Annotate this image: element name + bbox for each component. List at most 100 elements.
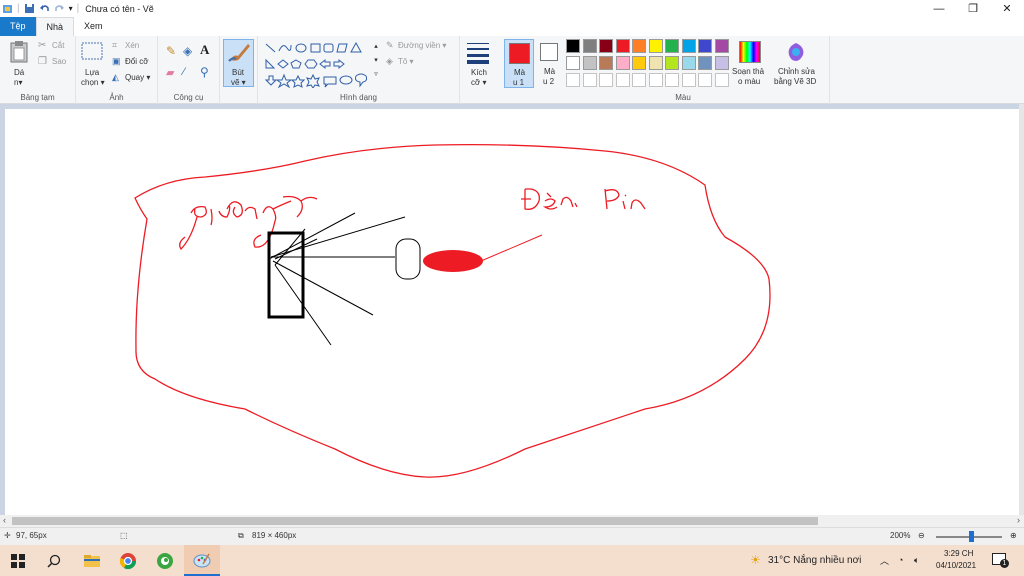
color2-button[interactable]: Mà u 2 xyxy=(536,39,564,88)
selection-icon xyxy=(81,42,103,60)
cut-button[interactable]: ✂ Cắt xyxy=(38,40,72,53)
copy-button[interactable]: ❐ Sao xyxy=(38,56,72,69)
color-swatch[interactable] xyxy=(566,56,580,70)
eraser-icon[interactable]: ▰ xyxy=(166,66,174,79)
color-swatch[interactable] xyxy=(714,39,729,53)
zoom-out-icon[interactable]: ⊖ xyxy=(918,531,925,540)
search-button[interactable] xyxy=(36,545,72,576)
handwriting-giuong xyxy=(179,195,318,251)
fill-button[interactable]: ◈ Tô ▾ xyxy=(386,56,458,69)
canvas-area xyxy=(0,104,1024,515)
outline-button[interactable]: ✎ Đường viền ▾ xyxy=(386,40,458,53)
fill-icon[interactable]: ◈ xyxy=(183,44,192,58)
custom-color-swatch[interactable] xyxy=(582,73,597,87)
chrome-icon xyxy=(119,552,137,569)
save-icon[interactable] xyxy=(24,3,35,14)
brushes-button[interactable]: Bút vẽ ▾ xyxy=(223,39,254,87)
crop-button[interactable]: ⌗ Xén xyxy=(112,40,156,53)
weather-text[interactable]: 31°C Nắng nhiều nơi xyxy=(768,555,861,566)
magnifier-icon[interactable]: ⚲ xyxy=(200,65,209,79)
chrome-button[interactable] xyxy=(110,545,146,576)
color-swatch[interactable] xyxy=(665,39,679,53)
colors-group-label: Màu xyxy=(675,93,691,102)
color-swatch[interactable] xyxy=(681,39,696,53)
custom-color-swatch[interactable] xyxy=(714,73,729,87)
show-hidden-icons[interactable]: ︿ xyxy=(880,554,889,567)
custom-color-swatch[interactable] xyxy=(665,73,679,87)
scroll-left-icon[interactable]: ‹ xyxy=(3,515,6,525)
custom-color-swatch[interactable] xyxy=(615,73,630,87)
zoom-in-icon[interactable]: ⊕ xyxy=(1010,531,1017,540)
tab-file[interactable]: Tệp xyxy=(0,17,36,36)
color-swatch[interactable] xyxy=(582,39,597,53)
custom-color-swatch[interactable] xyxy=(698,73,712,87)
drawing-canvas[interactable] xyxy=(5,109,1019,515)
coccoc-button[interactable] xyxy=(147,545,183,576)
color-swatch[interactable] xyxy=(665,56,679,70)
custom-color-swatch[interactable] xyxy=(681,73,696,87)
cursor-position-icon: ✛ xyxy=(4,531,11,540)
scroll-right-icon[interactable]: › xyxy=(1017,515,1020,525)
color-swatch[interactable] xyxy=(632,56,646,70)
shapes-scroll[interactable]: ▴ ▾ ▿ xyxy=(372,40,380,84)
color-swatch[interactable] xyxy=(648,56,663,70)
custom-color-swatch[interactable] xyxy=(648,73,663,87)
color-swatch[interactable] xyxy=(615,39,630,53)
customize-toolbar-icon[interactable]: ▾ xyxy=(69,4,73,13)
horizontal-scrollbar[interactable]: ‹ › xyxy=(0,515,1024,527)
color-swatch[interactable] xyxy=(582,56,597,70)
tab-view[interactable]: Xem xyxy=(74,17,113,36)
clock-time[interactable]: 3:29 CH xyxy=(944,549,973,558)
pencil-icon[interactable]: ✎ xyxy=(166,44,176,58)
color-swatch[interactable] xyxy=(681,56,696,70)
color-swatch[interactable] xyxy=(615,56,630,70)
network-icon[interactable]: ◔ xyxy=(898,555,903,565)
select-button[interactable]: Lựa chọn ▾ xyxy=(80,40,108,88)
maximize-button[interactable]: ❐ xyxy=(956,0,990,17)
custom-color-swatch[interactable] xyxy=(566,73,580,87)
copy-icon: ❐ xyxy=(38,56,47,67)
text-icon[interactable]: A xyxy=(200,42,209,58)
color1-button[interactable]: Mà u 1 xyxy=(504,39,534,88)
size-button[interactable]: Kích cỡ ▾ xyxy=(464,40,494,88)
color-swatch[interactable] xyxy=(648,39,663,53)
clock-date[interactable]: 04/10/2021 xyxy=(936,561,976,570)
color-picker-icon[interactable]: ⁄ xyxy=(183,66,185,78)
color-swatch[interactable] xyxy=(632,39,646,53)
close-button[interactable]: ✕ xyxy=(990,0,1024,17)
paint3d-icon xyxy=(788,43,804,61)
redo-icon[interactable] xyxy=(54,3,65,14)
color-swatch[interactable] xyxy=(714,56,729,70)
weather-icon[interactable]: ☀ xyxy=(750,553,761,567)
custom-color-swatch[interactable] xyxy=(599,73,613,87)
color-swatch[interactable] xyxy=(566,39,580,53)
volume-icon[interactable]: 🔈︎ xyxy=(914,555,919,566)
color-spectrum-icon xyxy=(739,41,761,63)
flashlight-tail-stroke xyxy=(480,234,543,262)
scroll-thumb[interactable] xyxy=(12,517,818,525)
zoom-slider-thumb[interactable] xyxy=(969,531,974,542)
resize-button[interactable]: ▣ Đổi cỡ xyxy=(112,56,156,69)
file-explorer-button[interactable] xyxy=(74,545,110,576)
color-swatch[interactable] xyxy=(698,39,712,53)
start-button[interactable] xyxy=(0,545,36,576)
vertical-scrollbar[interactable] xyxy=(1019,104,1024,515)
undo-icon[interactable] xyxy=(39,3,50,14)
paint-taskbar-button[interactable] xyxy=(184,545,220,576)
custom-color-swatch[interactable] xyxy=(632,73,646,87)
color-swatch[interactable] xyxy=(698,56,712,70)
shapes-gallery[interactable] xyxy=(264,40,380,89)
paint3d-button[interactable]: Chỉnh sửa bằng Vẽ 3D xyxy=(768,39,824,88)
tab-home[interactable]: Nhà xyxy=(35,17,75,36)
folder-icon xyxy=(84,554,100,567)
color-swatch[interactable] xyxy=(599,56,613,70)
edit-colors-button[interactable]: Soạn thả o màu xyxy=(732,39,768,88)
brush-icon xyxy=(228,44,250,62)
paste-button[interactable]: Dá n▾ xyxy=(6,40,32,88)
paint-app-icon[interactable] xyxy=(2,3,13,14)
image-group: Lựa chọn ▾ ⌗ Xén ▣ Đổi cỡ ◭ Quay ▾ Ảnh xyxy=(76,36,158,104)
color-swatch[interactable] xyxy=(599,39,613,53)
notifications-button[interactable]: 1 xyxy=(992,553,1009,568)
rotate-button[interactable]: ◭ Quay ▾ xyxy=(112,72,156,85)
minimize-button[interactable]: — xyxy=(922,0,956,17)
